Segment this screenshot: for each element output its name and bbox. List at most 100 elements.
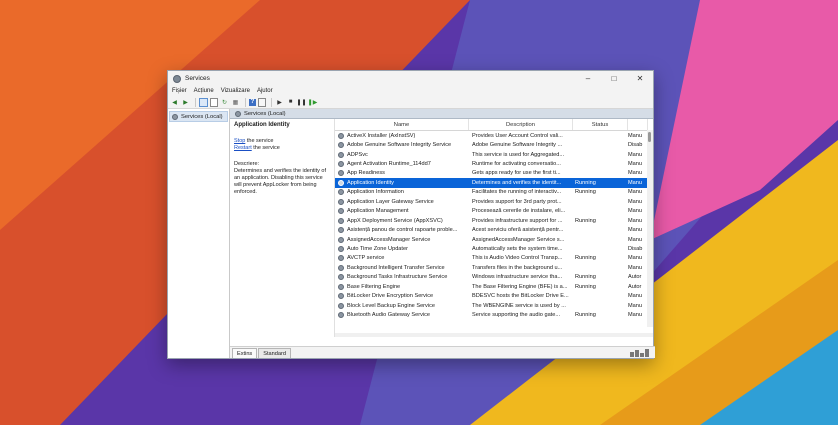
column-header-status[interactable]: Status — [573, 119, 628, 130]
service-name-label: Application Management — [347, 208, 409, 215]
service-name-label: Agent Activation Runtime_114dd7 — [347, 161, 431, 168]
service-description: The Base Filtering Engine (BFE) is a... — [472, 283, 568, 290]
service-name: ActiveX Installer (AxInstSV) — [335, 132, 469, 139]
table-row[interactable]: Bluetooth Audio Gateway Service Service s… — [335, 310, 653, 319]
table-row[interactable]: Adobe Genuine Software Integrity Service… — [335, 140, 653, 149]
table-row[interactable]: AssignedAccessManager Service AssignedAcc… — [335, 235, 653, 244]
show-action-pane-icon[interactable] — [258, 97, 266, 107]
start-service-icon[interactable]: ▶ — [275, 98, 284, 107]
service-description: Facilitates the running of interactiv... — [472, 189, 562, 196]
main-content: Services (Local) Services (Local) Applic… — [168, 109, 655, 358]
column-header-description[interactable]: Description — [469, 119, 573, 130]
table-row[interactable]: BitLocker Drive Encryption Service BDESVC… — [335, 291, 653, 300]
tree-item-services-local[interactable]: Services (Local) — [169, 111, 228, 122]
table-row[interactable]: Application Management Procesează cereril… — [335, 207, 653, 216]
service-startup-type: Disab — [628, 245, 643, 252]
gear-icon — [338, 170, 344, 177]
export-list-icon[interactable]: ▦ — [231, 98, 240, 107]
table-row[interactable]: ActiveX Installer (AxInstSV) Provides Use… — [335, 131, 653, 140]
table-row[interactable]: Application Identity Determines and verif… — [335, 178, 653, 188]
services-window: Services – □ ✕ Fișier Acțiune Vizualizar… — [167, 70, 655, 359]
service-description-panel: Application Identity Stop the service Re… — [230, 119, 335, 337]
restart-service-icon[interactable]: ❚▶ — [308, 98, 318, 107]
gear-icon — [338, 293, 344, 300]
help-icon[interactable]: ? — [249, 98, 256, 106]
service-name-label: Block Level Backup Engine Service — [347, 302, 435, 309]
pause-service-icon[interactable]: ❚❚ — [296, 98, 306, 107]
resize-grip-icon[interactable] — [630, 348, 652, 357]
stop-service-link[interactable]: Stop — [234, 138, 245, 144]
tree-item-label: Services (Local) — [181, 113, 223, 120]
menu-view[interactable]: Vizualizare — [221, 88, 250, 94]
menu-file[interactable]: Fișier — [172, 88, 187, 94]
table-row[interactable]: App Readiness Gets apps ready for use the… — [335, 169, 653, 178]
services-list: Name Description Status ActiveX Installe… — [335, 119, 653, 337]
gear-icon — [235, 110, 241, 117]
gear-icon — [338, 179, 344, 186]
tab-extended[interactable]: Extins — [232, 348, 258, 358]
window-title: Services — [185, 75, 210, 82]
gear-icon — [338, 264, 344, 271]
maximize-button[interactable]: □ — [601, 71, 627, 86]
stop-service-icon[interactable]: ■ — [286, 98, 295, 107]
service-name-label: ActiveX Installer (AxInstSV) — [347, 132, 416, 139]
service-startup-type: Manu — [628, 264, 642, 271]
tab-standard[interactable]: Standard — [258, 348, 291, 358]
service-name-label: Auto Time Zone Updater — [347, 245, 408, 252]
service-description: Automatically sets the system time... — [472, 245, 563, 252]
service-name-label: App Readiness — [347, 170, 385, 177]
menu-action[interactable]: Acțiune — [194, 88, 214, 94]
minimize-button[interactable]: – — [575, 71, 601, 86]
service-name: Application Management — [335, 208, 469, 215]
services-rows: ActiveX Installer (AxInstSV) Provides Use… — [335, 131, 653, 320]
table-row[interactable]: Base Filtering Engine The Base Filtering … — [335, 282, 653, 291]
restart-service-link[interactable]: Restart — [234, 145, 252, 151]
service-status: Running — [575, 283, 596, 290]
service-name: AVCTP service — [335, 255, 469, 262]
horizontal-scrollbar[interactable] — [335, 333, 653, 337]
gear-icon — [338, 198, 344, 205]
table-row[interactable]: Auto Time Zone Updater Automatically sets… — [335, 244, 653, 253]
column-header-name[interactable]: Name — [335, 119, 469, 130]
service-status: Running — [575, 189, 596, 196]
service-startup-type: Manu — [628, 217, 642, 224]
table-row[interactable]: Asistență panou de control rapoarte prob… — [335, 225, 653, 234]
service-name: Block Level Backup Engine Service — [335, 302, 469, 309]
gear-icon — [338, 142, 344, 149]
table-row[interactable]: ADPSvc This service is used for Aggregate… — [335, 150, 653, 159]
console-tree-icon[interactable] — [199, 97, 208, 107]
service-name: BitLocker Drive Encryption Service — [335, 293, 469, 300]
table-row[interactable]: AppX Deployment Service (AppXSVC) Provide… — [335, 216, 653, 225]
toolbar: ◀ ▶ ↻ ▦ ? ▶ ■ ❚❚ ❚▶ — [168, 96, 653, 109]
description-label: Descriere: — [234, 161, 260, 167]
description-text: Determines and verifies the identity of … — [234, 168, 327, 195]
title-bar: Services – □ ✕ — [168, 71, 653, 86]
table-row[interactable]: AVCTP service This is Audio Video Control… — [335, 254, 653, 263]
table-row[interactable]: Background Tasks Infrastructure Service W… — [335, 273, 653, 282]
properties-icon[interactable] — [210, 97, 218, 107]
back-arrow-icon[interactable]: ◀ — [170, 98, 179, 107]
close-button[interactable]: ✕ — [627, 71, 653, 86]
service-startup-type: Manu — [628, 208, 642, 215]
forward-arrow-icon[interactable]: ▶ — [181, 98, 190, 107]
service-name: Auto Time Zone Updater — [335, 245, 469, 252]
gear-icon — [338, 312, 344, 319]
scrollbar-thumb[interactable] — [648, 132, 651, 142]
pane-header-label: Services (Local) — [244, 110, 286, 117]
service-description: Runtime for activating conversatio... — [472, 161, 561, 168]
gear-icon — [338, 255, 344, 262]
selected-service-title: Application Identity — [234, 122, 290, 128]
vertical-scrollbar[interactable] — [647, 130, 653, 327]
refresh-icon[interactable]: ↻ — [220, 98, 229, 107]
table-row[interactable]: Agent Activation Runtime_114dd7 Runtime f… — [335, 159, 653, 168]
menu-help[interactable]: Ajutor — [257, 88, 273, 94]
table-row[interactable]: Application Information Facilitates the r… — [335, 188, 653, 197]
service-startup-type: Manu — [628, 179, 642, 186]
column-header-startup-type[interactable] — [628, 119, 648, 130]
table-row[interactable]: Application Layer Gateway Service Provide… — [335, 197, 653, 206]
table-row[interactable]: Block Level Backup Engine Service The WBE… — [335, 301, 653, 310]
service-startup-type: Manu — [628, 236, 642, 243]
service-name: AssignedAccessManager Service — [335, 236, 469, 243]
table-row[interactable]: Background Intelligent Transfer Service T… — [335, 263, 653, 272]
service-description: AssignedAccessManager Service s... — [472, 236, 565, 243]
